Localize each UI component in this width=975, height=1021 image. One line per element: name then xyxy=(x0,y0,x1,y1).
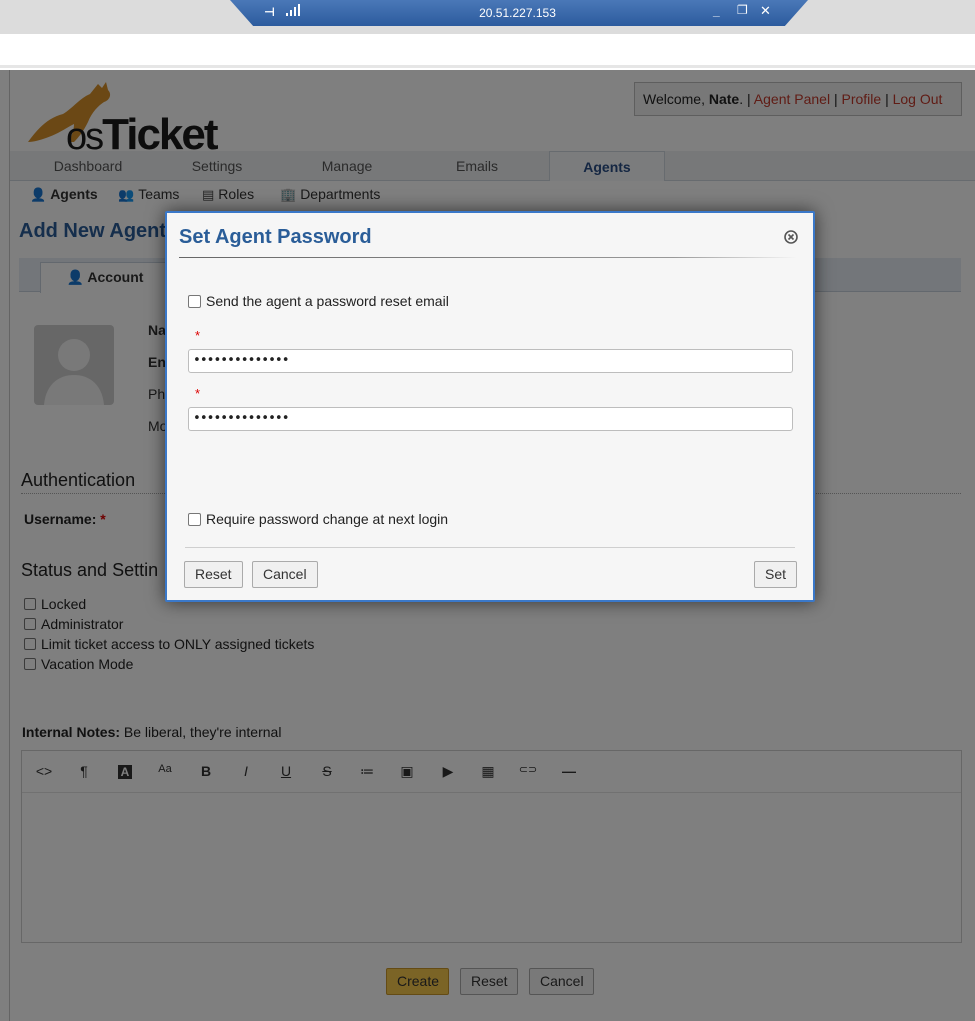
send-reset-email-row[interactable]: Send the agent a password reset email xyxy=(188,293,449,309)
pin-icon[interactable]: ⊣ xyxy=(264,5,275,19)
require-change-checkbox[interactable] xyxy=(188,513,201,526)
set-button[interactable]: Set xyxy=(754,561,798,588)
required-mark: * xyxy=(195,328,201,343)
dialog-cancel-button[interactable]: Cancel xyxy=(252,561,318,588)
remote-address: 20.51.227.153 xyxy=(479,6,556,20)
minimize-button[interactable]: _ xyxy=(713,4,720,18)
password-input[interactable]: •••••••••••••• xyxy=(188,349,793,373)
close-button[interactable]: ✕ xyxy=(760,3,771,19)
footer-divider xyxy=(185,547,795,548)
required-mark: * xyxy=(195,386,201,401)
set-password-dialog: Set Agent Password Send the agent a pass… xyxy=(165,211,815,602)
dialog-title: Set Agent Password xyxy=(179,226,372,248)
title-divider xyxy=(179,257,797,258)
browser-toolbar xyxy=(0,34,975,68)
dialog-reset-button[interactable]: Reset xyxy=(184,561,243,588)
require-change-row[interactable]: Require password change at next login xyxy=(188,511,448,527)
signal-icon xyxy=(286,4,300,16)
send-reset-email-checkbox[interactable] xyxy=(188,295,201,308)
restore-button[interactable]: ❐ xyxy=(737,3,748,17)
close-icon[interactable] xyxy=(783,229,799,245)
confirm-password-input[interactable]: •••••••••••••• xyxy=(188,407,793,431)
